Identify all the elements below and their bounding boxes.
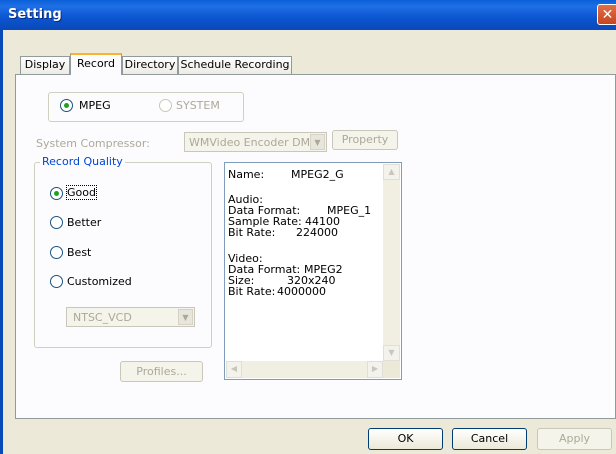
- info-video-bitrate-value: 4000000: [277, 285, 326, 298]
- info-audio-bitrate-label: Bit Rate:: [228, 226, 276, 239]
- window-frame-left: [0, 30, 3, 454]
- title-bar: Setting ✕: [0, 0, 616, 30]
- tab-label: Directory: [124, 58, 176, 71]
- radio-best[interactable]: [50, 246, 63, 259]
- info-name-value: MPEG2_G: [291, 168, 344, 181]
- ok-button-label: OK: [397, 432, 414, 445]
- radio-good[interactable]: [50, 187, 63, 200]
- custom-profile-value: NTSC_VCD: [73, 311, 132, 324]
- tab-display[interactable]: Display: [20, 56, 70, 74]
- profiles-button[interactable]: Profiles...: [120, 361, 203, 382]
- info-video-bitrate-label: Bit Rate:: [228, 285, 276, 298]
- profiles-button-label: Profiles...: [136, 365, 187, 378]
- cancel-button-label: Cancel: [470, 432, 509, 445]
- radio-good-label: Good: [66, 185, 97, 200]
- scroll-up-button[interactable]: ▲: [383, 164, 400, 180]
- info-name-label: Name:: [228, 168, 265, 181]
- info-audio-bitrate-value: 224000: [296, 226, 338, 239]
- radio-mpeg-label: MPEG: [79, 99, 111, 112]
- horizontal-scrollbar[interactable]: ◀ ▶: [226, 361, 383, 378]
- radio-customized-label: Customized: [67, 275, 132, 288]
- radio-better[interactable]: [50, 216, 63, 229]
- record-quality-legend: Record Quality: [40, 155, 125, 168]
- arrow-down-icon: ▼: [388, 348, 395, 357]
- window-title: Setting: [8, 7, 62, 22]
- apply-button[interactable]: Apply: [537, 428, 612, 450]
- chevron-down-icon: ▼: [178, 309, 193, 325]
- tab-label: Record: [76, 57, 115, 70]
- property-button[interactable]: Property: [332, 130, 398, 150]
- radio-system[interactable]: [159, 99, 172, 112]
- close-icon: ✕: [601, 7, 614, 23]
- tab-label: Display: [24, 58, 66, 71]
- tab-directory[interactable]: Directory: [122, 56, 178, 74]
- scroll-down-button[interactable]: ▼: [383, 345, 400, 361]
- close-button[interactable]: ✕: [597, 4, 616, 25]
- custom-profile-select[interactable]: NTSC_VCD ▼: [66, 307, 195, 327]
- cancel-button[interactable]: Cancel: [452, 428, 527, 450]
- radio-better-label: Better: [67, 216, 102, 229]
- radio-mpeg[interactable]: [60, 99, 73, 112]
- radio-customized[interactable]: [50, 275, 63, 288]
- radio-system-label: SYSTEM: [176, 99, 220, 112]
- property-button-label: Property: [341, 133, 389, 146]
- system-compressor-select[interactable]: WMVideo Encoder DM ▼: [184, 132, 327, 152]
- chevron-down-icon: ▼: [310, 134, 325, 150]
- arrow-right-icon: ▶: [371, 364, 379, 373]
- system-compressor-label: System Compressor:: [36, 137, 150, 150]
- radio-best-label: Best: [67, 246, 92, 259]
- vertical-scrollbar[interactable]: ▲ ▼: [383, 164, 400, 361]
- apply-button-label: Apply: [558, 432, 591, 445]
- system-compressor-value: WMVideo Encoder DM: [189, 136, 309, 149]
- arrow-left-icon: ◀: [230, 364, 238, 373]
- ok-button[interactable]: OK: [368, 428, 443, 450]
- tab-label: Schedule Recording: [180, 58, 290, 71]
- tab-schedule-recording[interactable]: Schedule Recording: [178, 56, 292, 74]
- tab-record[interactable]: Record: [70, 53, 122, 75]
- scroll-left-button[interactable]: ◀: [226, 361, 242, 378]
- profile-info-box: Name: MPEG2_G Audio: Data Format: MPEG_1…: [224, 162, 402, 380]
- arrow-up-icon: ▲: [388, 167, 395, 176]
- scroll-right-button[interactable]: ▶: [367, 361, 383, 378]
- scrollbar-corner: [383, 361, 400, 378]
